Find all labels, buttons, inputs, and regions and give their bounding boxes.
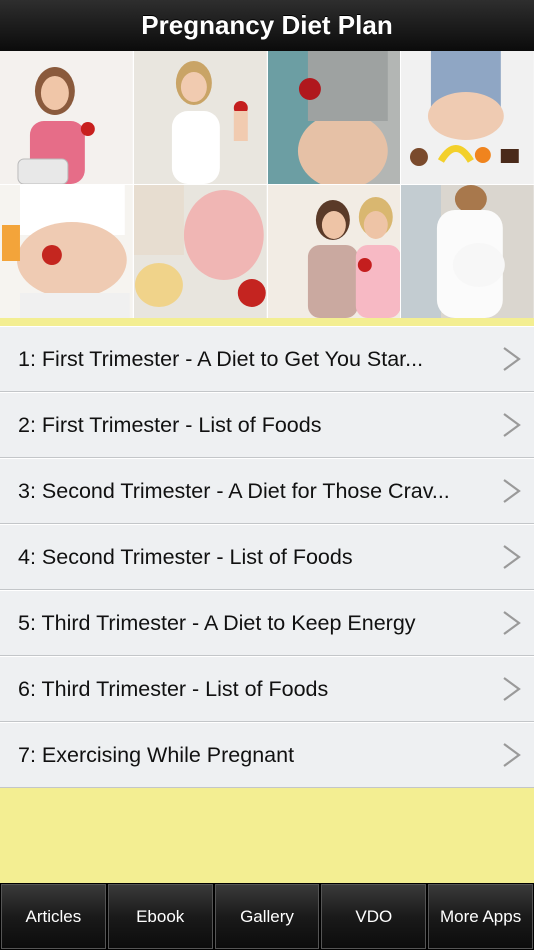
banner-photo-3 [267, 51, 401, 184]
list-item-label: 4: Second Trimester - List of Foods [18, 544, 353, 569]
chevron-right-icon [503, 413, 521, 437]
article-list: 1: First Trimester - A Diet to Get You S… [0, 326, 534, 788]
list-item-6[interactable]: 6: Third Trimester - List of Foods [0, 656, 534, 722]
tab-ebook[interactable]: Ebook [107, 884, 213, 949]
tab-more-apps[interactable]: More Apps [428, 884, 533, 949]
tab-bar: Articles Ebook Gallery VDO More Apps [0, 883, 534, 950]
page-title: Pregnancy Diet Plan [141, 10, 393, 40]
banner-photo-5 [0, 185, 133, 318]
list-item-label: 6: Third Trimester - List of Foods [18, 676, 329, 701]
banner-photo-2 [133, 51, 267, 184]
tab-articles[interactable]: Articles [1, 884, 106, 949]
banner-photo-7 [267, 185, 401, 318]
banner-photo-4 [401, 51, 534, 184]
list-item-label: 1: First Trimester - A Diet to Get You S… [18, 346, 424, 371]
banner-divider [0, 318, 534, 326]
chevron-right-icon [503, 479, 521, 503]
banner-photo-1 [0, 51, 133, 184]
chevron-right-icon [503, 677, 521, 701]
photo-banner [0, 51, 534, 318]
list-item-2[interactable]: 2: First Trimester - List of Foods [0, 392, 534, 458]
tab-gallery[interactable]: Gallery [214, 884, 320, 949]
list-item-3[interactable]: 3: Second Trimester - A Diet for Those C… [0, 458, 534, 524]
list-item-4[interactable]: 4: Second Trimester - List of Foods [0, 524, 534, 590]
list-item-label: 7: Exercising While Pregnant [18, 742, 295, 767]
list-item-label: 3: Second Trimester - A Diet for Those C… [18, 478, 450, 503]
list-item-1[interactable]: 1: First Trimester - A Diet to Get You S… [0, 326, 534, 392]
chevron-right-icon [503, 545, 521, 569]
nav-bar: Pregnancy Diet Plan [0, 0, 534, 52]
list-item-label: 5: Third Trimester - A Diet to Keep Ener… [18, 610, 416, 635]
list-item-5[interactable]: 5: Third Trimester - A Diet to Keep Ener… [0, 590, 534, 656]
list-item-7[interactable]: 7: Exercising While Pregnant [0, 722, 534, 788]
banner-photo-8 [401, 185, 534, 318]
chevron-right-icon [503, 347, 521, 371]
list-item-label: 2: First Trimester - List of Foods [18, 412, 322, 437]
tab-vdo[interactable]: VDO [321, 884, 427, 949]
chevron-right-icon [503, 743, 521, 767]
chevron-right-icon [503, 611, 521, 635]
banner-photo-6 [133, 185, 267, 318]
